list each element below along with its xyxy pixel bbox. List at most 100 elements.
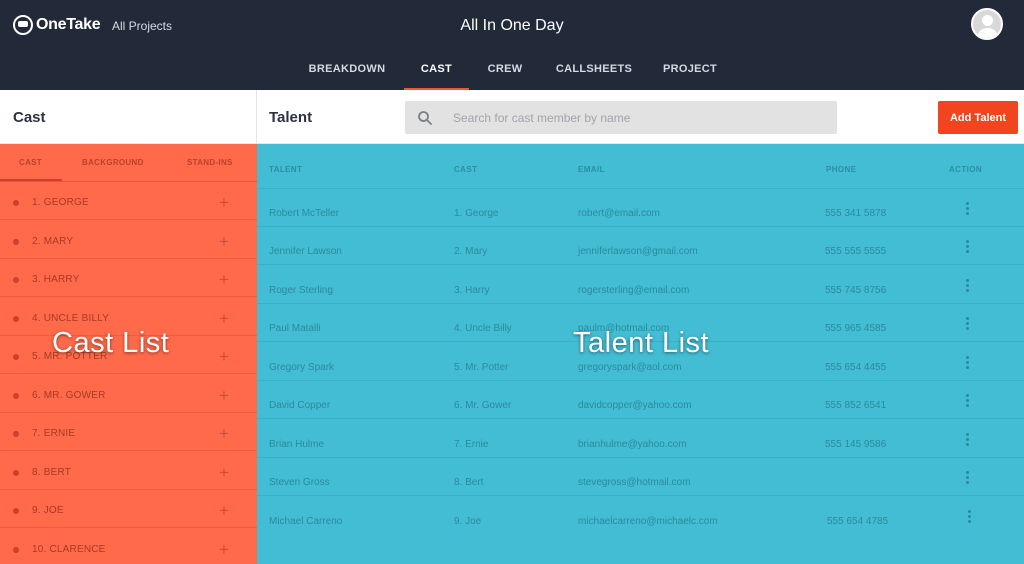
more-options-icon[interactable] — [966, 317, 970, 331]
bullet-icon — [13, 200, 19, 206]
more-options-icon[interactable] — [966, 202, 970, 216]
list-item[interactable]: 9. JOE + — [0, 490, 257, 528]
column-header-phone[interactable]: PHONE — [826, 165, 856, 174]
talent-email: brianhulme@yahoo.com — [578, 439, 687, 450]
cast-list-overlay-label: Cast List — [52, 327, 170, 359]
column-header-action: ACTION — [949, 165, 983, 174]
more-options-icon[interactable] — [968, 510, 972, 524]
talent-email: rogersterling@email.com — [578, 285, 690, 296]
list-item[interactable]: 6. MR. GOWER + — [0, 375, 257, 413]
plus-icon[interactable]: + — [219, 271, 229, 288]
more-options-icon[interactable] — [966, 279, 970, 293]
plus-icon[interactable]: + — [219, 502, 229, 519]
talent-panel-header: Talent Add Talent — [257, 90, 1024, 144]
cast-item-name: 9. JOE — [32, 505, 64, 516]
talent-email: stevegross@hotmail.com — [578, 477, 691, 488]
talent-name: Roger Sterling — [269, 285, 333, 296]
talent-list-overlay-label: Talent List — [573, 327, 710, 359]
search-box[interactable] — [405, 101, 837, 134]
talent-phone: 555 745 8756 — [825, 285, 887, 296]
talent-email: gregoryspark@aol.com — [578, 362, 682, 373]
add-talent-button[interactable]: Add Talent — [938, 101, 1018, 134]
cast-panel-title: Cast — [13, 109, 46, 126]
cast-item-name: 7. ERNIE — [32, 428, 76, 439]
talent-cast: 8. Bert — [454, 477, 484, 488]
column-header-talent[interactable]: TALENT — [269, 165, 302, 174]
plus-icon[interactable]: + — [219, 348, 229, 365]
bullet-icon — [13, 431, 19, 437]
search-icon — [418, 111, 432, 125]
more-options-icon[interactable] — [966, 356, 970, 370]
table-row[interactable]: Roger Sterling 3. Harry rogersterling@em… — [257, 266, 1024, 304]
list-item[interactable]: 3. HARRY + — [0, 259, 257, 297]
talent-cast: 3. Harry — [454, 285, 490, 296]
list-item[interactable]: 7. ERNIE + — [0, 413, 257, 451]
plus-icon[interactable]: + — [219, 387, 229, 404]
talent-cast: 6. Mr. Gower — [454, 400, 512, 411]
subtab-cast[interactable]: CAST — [19, 158, 42, 167]
main-nav: BREAKDOWN CAST CREW CALLSHEETS PROJECT — [0, 63, 1024, 90]
bullet-icon — [13, 393, 19, 399]
subtab-stand-ins[interactable]: STAND-INS — [187, 158, 233, 167]
talent-email: jenniferlawson@gmail.com — [578, 246, 698, 257]
table-row[interactable]: Michael Carreno 9. Joe michaelcarreno@mi… — [257, 497, 1024, 535]
plus-icon[interactable]: + — [219, 464, 229, 481]
top-bar: OneTake All Projects All In One Day BREA… — [0, 0, 1024, 90]
cast-item-name: 10. CLARENCE — [32, 544, 106, 555]
talent-phone: 555 965 4585 — [825, 323, 887, 334]
cast-item-name: 3. HARRY — [32, 274, 80, 285]
more-options-icon[interactable] — [966, 240, 970, 254]
cast-item-name: 2. MARY — [32, 236, 74, 247]
table-row[interactable]: Steven Gross 8. Bert stevegross@hotmail.… — [257, 458, 1024, 496]
talent-name: David Copper — [269, 400, 331, 411]
table-row[interactable]: David Copper 6. Mr. Gower davidcopper@ya… — [257, 381, 1024, 419]
bullet-icon — [13, 277, 19, 283]
search-input[interactable] — [453, 108, 823, 128]
more-options-icon[interactable] — [966, 471, 970, 485]
table-row[interactable]: Brian Hulme 7. Ernie brianhulme@yahoo.co… — [257, 420, 1024, 458]
talent-name: Steven Gross — [269, 477, 330, 488]
talent-cast: 5. Mr. Potter — [454, 362, 509, 373]
list-item[interactable]: 1. GEORGE + — [0, 182, 257, 220]
tab-callsheets[interactable]: CALLSHEETS — [553, 63, 635, 90]
cast-item-name: 4. UNCLE BILLY — [32, 313, 110, 324]
column-header-cast[interactable]: CAST — [454, 165, 477, 174]
plus-icon[interactable]: + — [219, 233, 229, 250]
table-row[interactable]: Robert McTeller 1. George robert@email.c… — [257, 189, 1024, 227]
bullet-icon — [13, 239, 19, 245]
talent-phone: 555 555 5555 — [825, 246, 887, 257]
more-options-icon[interactable] — [966, 394, 970, 408]
more-options-icon[interactable] — [966, 433, 970, 447]
list-item[interactable]: 2. MARY + — [0, 221, 257, 259]
talent-name: Paul Matalli — [269, 323, 321, 334]
list-item[interactable]: 10. CLARENCE + — [0, 529, 257, 564]
column-header-email[interactable]: EMAIL — [578, 165, 605, 174]
cast-item-name: 1. GEORGE — [32, 197, 89, 208]
bullet-icon — [13, 470, 19, 476]
tab-project[interactable]: PROJECT — [658, 63, 722, 90]
talent-phone: 555 852 6541 — [825, 400, 887, 411]
tab-cast[interactable]: CAST — [404, 63, 469, 90]
talent-cast: 9. Joe — [454, 516, 482, 527]
cast-list-panel: CAST BACKGROUND STAND-INS 1. GEORGE + 2.… — [0, 144, 257, 564]
talent-email: robert@email.com — [578, 208, 660, 219]
talent-email: davidcopper@yahoo.com — [578, 400, 692, 411]
project-title: All In One Day — [460, 17, 564, 34]
bullet-icon — [13, 316, 19, 322]
plus-icon[interactable]: + — [219, 425, 229, 442]
subtab-background[interactable]: BACKGROUND — [82, 158, 144, 167]
plus-icon[interactable]: + — [219, 541, 229, 558]
talent-name: Robert McTeller — [269, 208, 340, 219]
cast-subtabs: CAST BACKGROUND STAND-INS — [0, 144, 257, 182]
plus-icon[interactable]: + — [219, 194, 229, 211]
bullet-icon — [13, 547, 19, 553]
table-row[interactable]: Jennifer Lawson 2. Mary jenniferlawson@g… — [257, 227, 1024, 265]
talent-name: Gregory Spark — [269, 362, 335, 373]
talent-cast: 1. George — [454, 208, 499, 219]
plus-icon[interactable]: + — [219, 310, 229, 327]
list-item[interactable]: 8. BERT + — [0, 452, 257, 490]
avatar[interactable] — [971, 8, 1003, 40]
bullet-icon — [13, 508, 19, 514]
tab-crew[interactable]: CREW — [480, 63, 530, 90]
tab-breakdown[interactable]: BREAKDOWN — [303, 63, 391, 90]
